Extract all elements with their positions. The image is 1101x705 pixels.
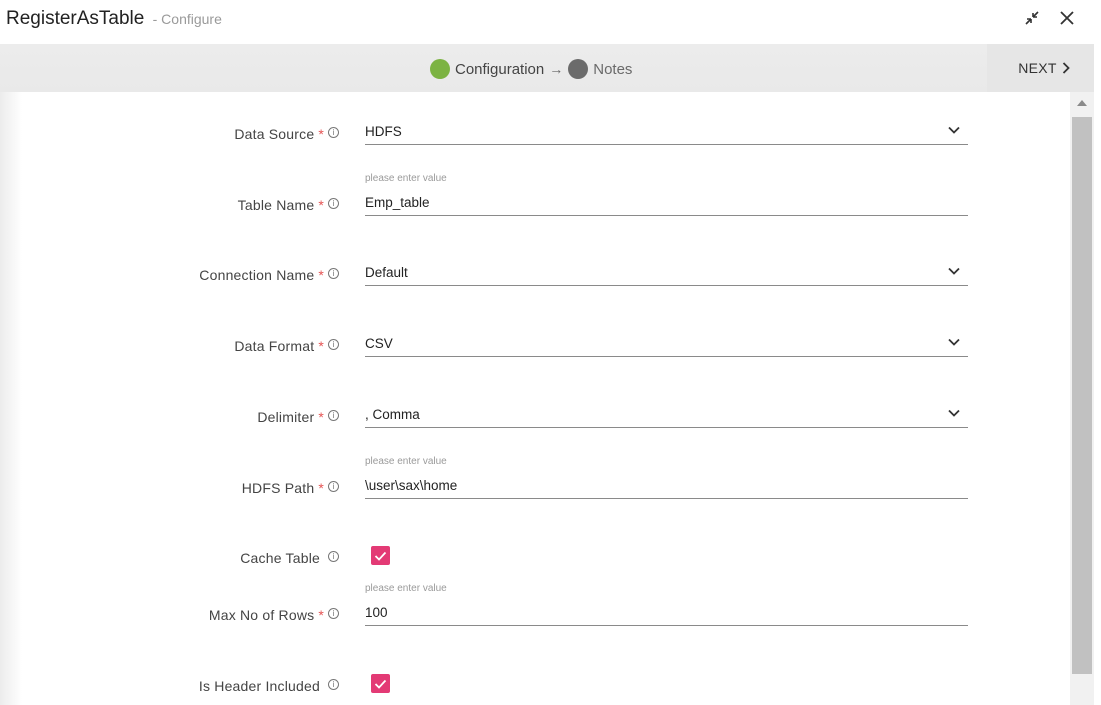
data-source-value: HDFS <box>365 124 402 139</box>
data-format-label: Data Format * <box>234 336 324 356</box>
form-row-connection-name: Connection Name * i Default <box>0 265 1070 305</box>
checkmark-icon <box>374 679 387 689</box>
scroll-thumb[interactable] <box>1072 117 1092 674</box>
stepper: Configuration → Notes <box>430 58 632 80</box>
max-rows-value: 100 <box>365 605 388 620</box>
next-button[interactable]: NEXT <box>987 44 1101 92</box>
chevron-down-icon <box>948 338 960 346</box>
form-row-cache-table: Cache Table i <box>0 546 1070 588</box>
info-icon[interactable]: i <box>328 551 339 562</box>
dialog-header: RegisterAsTable - Configure <box>0 0 1101 44</box>
dialog-title: RegisterAsTable - Configure <box>6 8 222 30</box>
checkmark-icon <box>374 551 387 561</box>
info-icon[interactable]: i <box>328 268 339 279</box>
right-edge <box>1094 0 1101 705</box>
required-mark: * <box>318 480 324 496</box>
step-configuration-indicator <box>430 59 450 79</box>
form-row-data-source: Data Source * i HDFS <box>0 124 1070 164</box>
form-row-data-format: Data Format * i CSV <box>0 336 1070 376</box>
info-icon[interactable]: i <box>328 198 339 209</box>
step-configuration[interactable]: Configuration <box>455 61 544 78</box>
step-notes-indicator <box>568 59 589 79</box>
data-format-value: CSV <box>365 336 393 351</box>
info-icon[interactable]: i <box>328 608 339 619</box>
hdfs-path-label-text: HDFS Path <box>241 480 315 496</box>
max-rows-hint: please enter value <box>365 583 447 594</box>
chevron-down-icon <box>948 267 960 275</box>
connection-name-label: Connection Name * <box>199 265 324 285</box>
connection-name-select[interactable]: Default <box>365 263 968 286</box>
next-button-label: NEXT <box>1018 60 1057 76</box>
required-mark: * <box>318 338 324 354</box>
chevron-down-icon <box>948 409 960 417</box>
cache-table-label: Cache Table <box>240 548 320 568</box>
hdfs-path-input[interactable]: \user\sax\home <box>365 476 968 499</box>
stepper-bar: Configuration → Notes <box>0 44 987 92</box>
form-row-header-included: Is Header Included i <box>0 674 1070 705</box>
header-included-label: Is Header Included <box>199 676 320 696</box>
required-mark: * <box>318 267 324 283</box>
delimiter-label-text: Delimiter <box>257 409 315 425</box>
form-row-hdfs-path: please enter value HDFS Path * i \user\s… <box>0 456 1070 518</box>
close-icon <box>1060 11 1074 25</box>
max-rows-label-text: Max No of Rows <box>208 607 315 623</box>
required-mark: * <box>318 607 324 623</box>
chevron-right-icon <box>1062 62 1070 74</box>
max-rows-input[interactable]: 100 <box>365 603 968 626</box>
minimize-button[interactable] <box>1020 6 1044 30</box>
step-arrow: → <box>549 61 564 77</box>
data-format-label-text: Data Format <box>234 338 315 354</box>
max-rows-label: Max No of Rows * <box>209 605 324 625</box>
table-name-label-text: Table Name <box>237 197 315 213</box>
connection-name-value: Default <box>365 265 408 280</box>
scroll-up-icon[interactable] <box>1077 100 1087 106</box>
form-row-table-name: please enter value Table Name * i Emp_ta… <box>0 173 1070 235</box>
form-row-max-rows: please enter value Max No of Rows * i 10… <box>0 583 1070 645</box>
info-icon[interactable]: i <box>328 679 339 690</box>
table-name-hint: please enter value <box>365 173 447 184</box>
chevron-down-icon <box>948 126 960 134</box>
data-source-select[interactable]: HDFS <box>365 122 968 145</box>
info-icon[interactable]: i <box>328 481 339 492</box>
dialog-title-text: RegisterAsTable <box>6 8 145 29</box>
header-included-checkbox[interactable] <box>371 674 390 693</box>
minimize-icon <box>1025 11 1039 25</box>
cache-table-checkbox[interactable] <box>371 546 390 565</box>
delimiter-select[interactable]: , Comma <box>365 405 968 428</box>
table-name-value: Emp_table <box>365 195 430 210</box>
data-format-select[interactable]: CSV <box>365 334 968 357</box>
hdfs-path-hint: please enter value <box>365 456 447 467</box>
step-notes[interactable]: Notes <box>593 61 632 78</box>
close-button[interactable] <box>1055 6 1079 30</box>
table-name-input[interactable]: Emp_table <box>365 193 968 216</box>
hdfs-path-value: \user\sax\home <box>365 478 458 493</box>
connection-name-label-text: Connection Name <box>199 267 315 283</box>
delimiter-label: Delimiter * <box>257 407 324 427</box>
data-source-label: Data Source * <box>234 124 324 144</box>
header-included-label-text: Is Header Included <box>198 678 320 694</box>
required-mark: * <box>318 409 324 425</box>
info-icon[interactable]: i <box>328 410 339 421</box>
form-row-delimiter: Delimiter * i , Comma <box>0 407 1070 447</box>
delimiter-value: , Comma <box>365 407 420 422</box>
scrollbar[interactable] <box>1070 92 1094 705</box>
dialog-subtitle: - Configure <box>152 11 222 27</box>
table-name-label: Table Name * <box>238 195 324 215</box>
cache-table-label-text: Cache Table <box>240 550 320 566</box>
required-mark: * <box>318 126 324 142</box>
info-icon[interactable]: i <box>328 127 339 138</box>
data-source-label-text: Data Source <box>234 126 315 142</box>
required-mark: * <box>318 197 324 213</box>
info-icon[interactable]: i <box>328 339 339 350</box>
hdfs-path-label: HDFS Path * <box>242 478 324 498</box>
